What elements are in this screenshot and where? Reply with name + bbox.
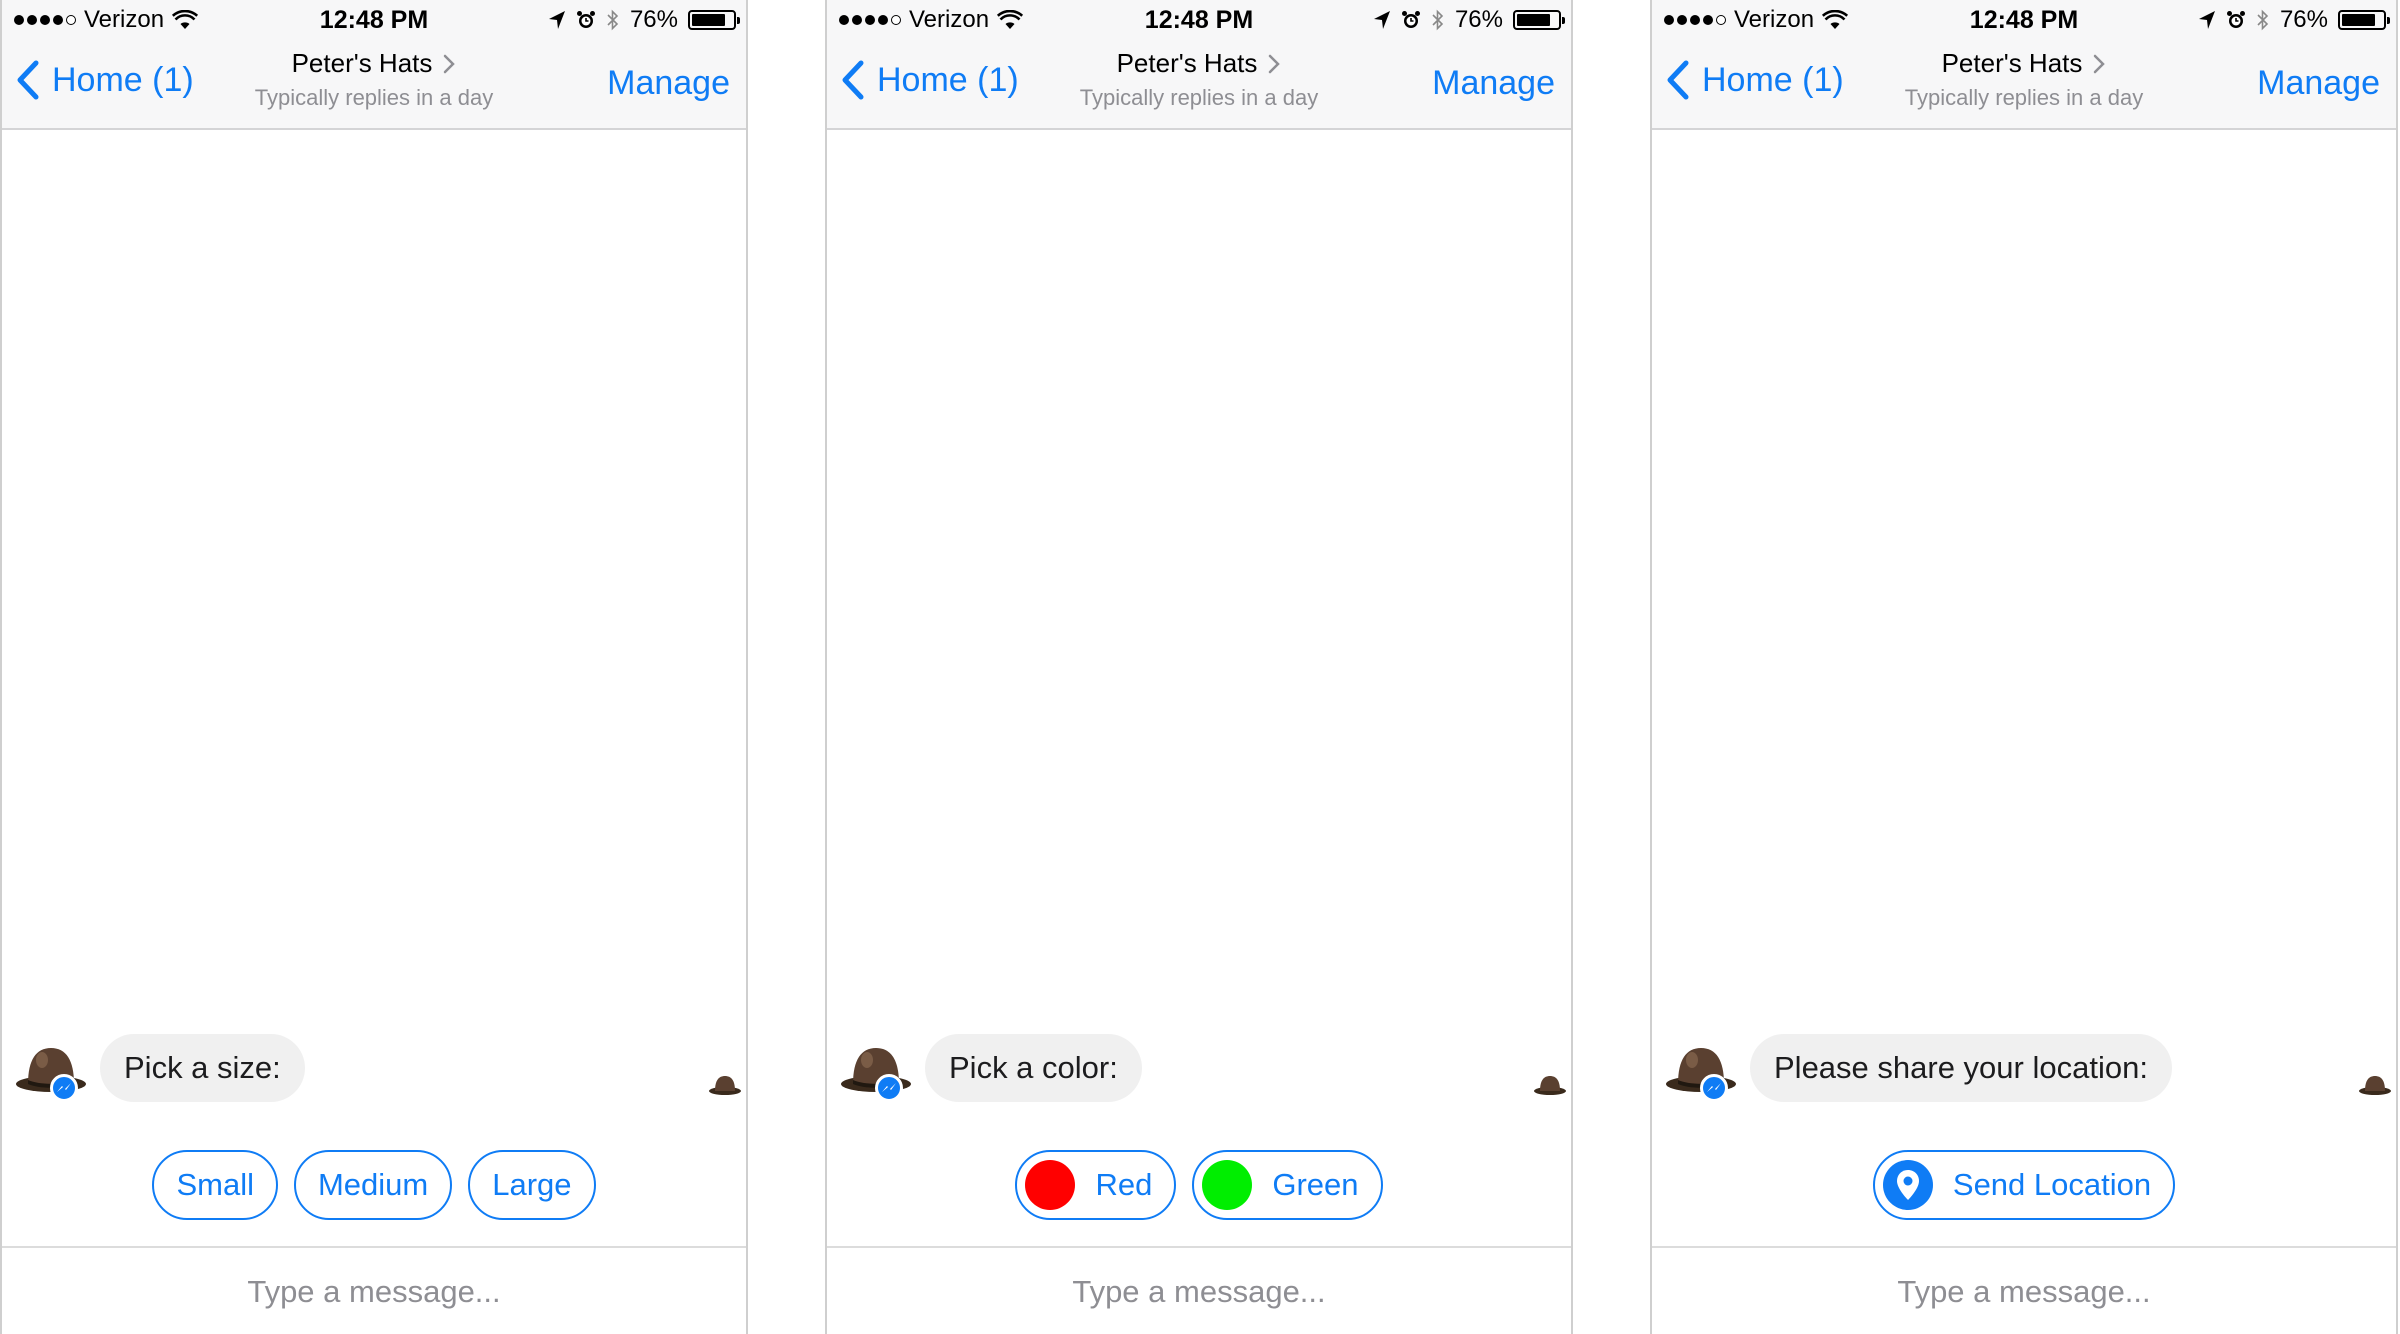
- quick-reply-red[interactable]: Red: [1015, 1150, 1177, 1220]
- alarm-clock-icon: [1401, 11, 1420, 28]
- navigation-bar: Home (1) Peter's Hats Typically replies …: [1652, 40, 2396, 130]
- chevron-right-icon: [2094, 54, 2106, 73]
- message-row: Pick a color:: [827, 1030, 1571, 1110]
- location-arrow-icon: [548, 11, 565, 29]
- navigation-bar: Home (1) Peter's Hats Typically replies …: [827, 40, 1571, 130]
- phone-screen-location: Verizon 12:48 PM 76% Home (1) Peter's Ha…: [1650, 0, 2398, 1334]
- quick-reply-large[interactable]: Large: [468, 1150, 596, 1220]
- messenger-badge-icon: [50, 1074, 78, 1102]
- location-pin-icon: [1882, 1160, 1933, 1210]
- battery-percent: 76%: [2279, 6, 2328, 33]
- battery-percent: 76%: [1454, 6, 1503, 33]
- messenger-badge-icon: [1700, 1074, 1728, 1102]
- battery-icon: [688, 10, 740, 30]
- phone-screen-color: Verizon 12:48 PM 76% Home (1) Peter's Ha…: [825, 0, 1573, 1334]
- manage-button[interactable]: Manage: [1432, 64, 1555, 103]
- message-input[interactable]: Type a message...: [2, 1246, 746, 1334]
- bluetooth-icon: [2257, 9, 2269, 31]
- bluetooth-icon: [607, 9, 619, 31]
- battery-icon: [2338, 10, 2390, 30]
- quick-reply-small[interactable]: Small: [152, 1150, 278, 1220]
- quick-replies: Small Medium Large: [2, 1150, 746, 1222]
- chevron-right-icon: [1269, 54, 1281, 73]
- message-input[interactable]: Type a message...: [1652, 1246, 2396, 1334]
- page-title: Peter's Hats: [291, 48, 433, 78]
- navigation-bar: Home (1) Peter's Hats Typically replies …: [2, 40, 746, 130]
- status-bar: Verizon 12:48 PM 76%: [827, 0, 1571, 40]
- message-row: Pick a size:: [2, 1030, 746, 1110]
- page-title: Peter's Hats: [1941, 48, 2083, 78]
- manage-button[interactable]: Manage: [607, 64, 730, 103]
- page-title: Peter's Hats: [1116, 48, 1258, 78]
- read-receipt-hat-icon: [709, 1076, 741, 1095]
- battery-percent: 76%: [629, 6, 678, 33]
- phone-screen-size: Verizon 12:48 PM 76% Home (1) Peter's Ha…: [0, 0, 748, 1334]
- red-swatch-icon: [1025, 1160, 1076, 1210]
- location-arrow-icon: [1373, 11, 1390, 29]
- message-input[interactable]: Type a message...: [827, 1246, 1571, 1334]
- read-receipt-hat-icon: [2359, 1076, 2391, 1095]
- location-arrow-icon: [2198, 11, 2215, 29]
- quick-reply-green[interactable]: Green: [1192, 1150, 1383, 1220]
- message-row: Please share your location:: [1652, 1030, 2396, 1110]
- message-bubble: Please share your location:: [1750, 1034, 2172, 1102]
- quick-reply-medium[interactable]: Medium: [293, 1150, 453, 1220]
- bluetooth-icon: [1432, 9, 1444, 31]
- status-bar: Verizon 12:48 PM 76%: [2, 0, 746, 40]
- read-receipt-hat-icon: [1534, 1076, 1566, 1095]
- alarm-clock-icon: [2226, 11, 2245, 28]
- green-swatch-icon: [1202, 1160, 1253, 1210]
- quick-replies: Send Location: [1652, 1150, 2396, 1222]
- messenger-badge-icon: [875, 1074, 903, 1102]
- message-bubble: Pick a color:: [925, 1034, 1142, 1102]
- message-bubble: Pick a size:: [100, 1034, 305, 1102]
- battery-icon: [1513, 10, 1565, 30]
- manage-button[interactable]: Manage: [2257, 64, 2380, 103]
- send-location-button[interactable]: Send Location: [1872, 1150, 2176, 1220]
- alarm-clock-icon: [576, 11, 595, 28]
- chevron-right-icon: [444, 54, 456, 73]
- quick-replies: Red Green: [827, 1150, 1571, 1222]
- status-bar: Verizon 12:48 PM 76%: [1652, 0, 2396, 40]
